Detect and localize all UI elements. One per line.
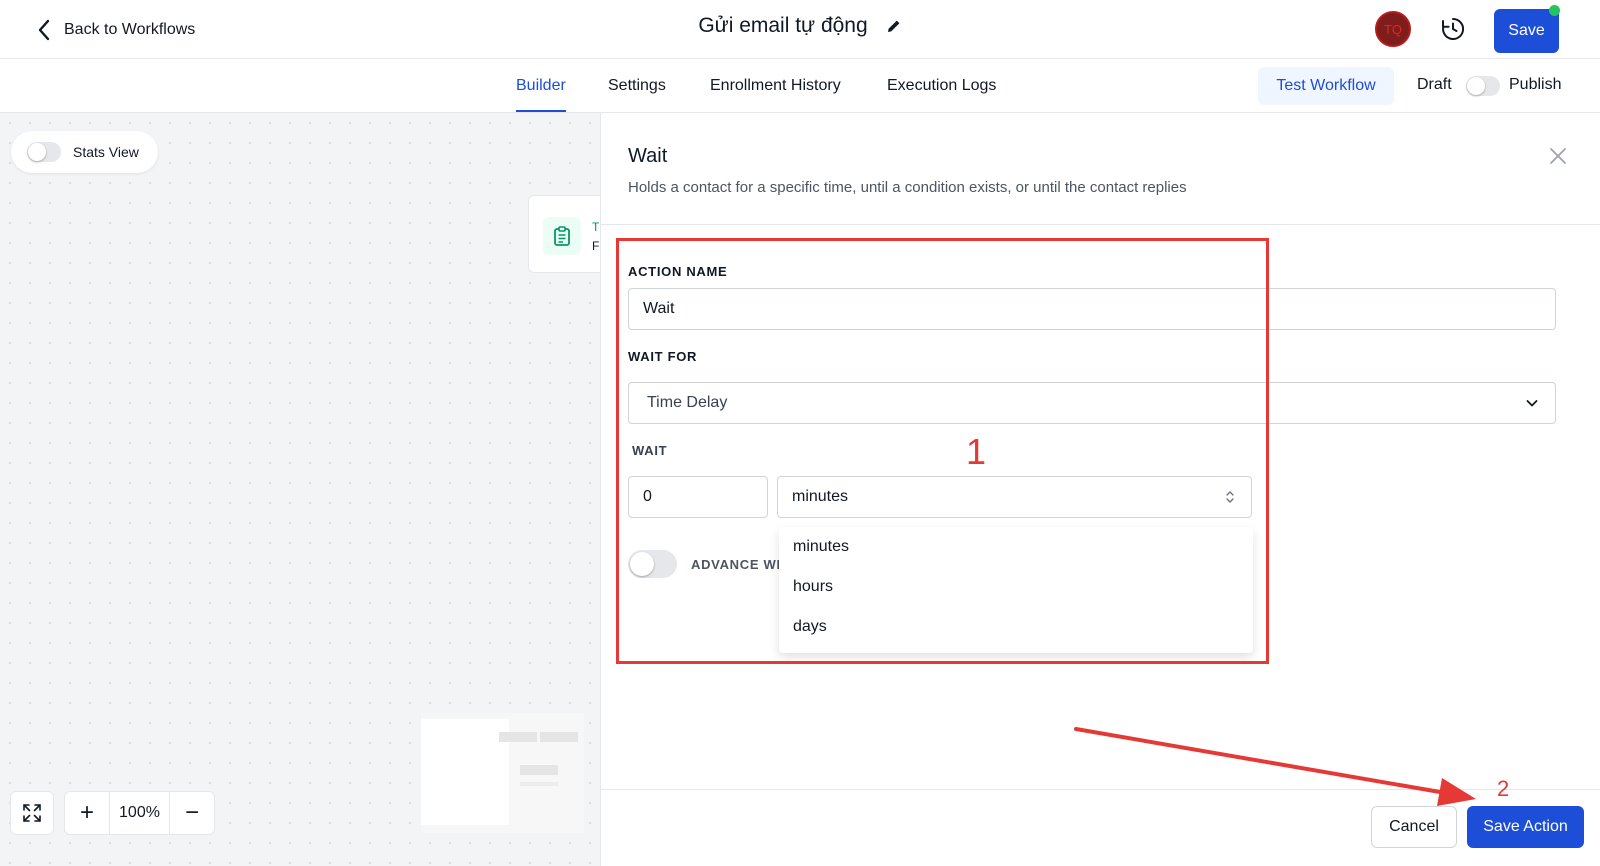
- top-bar: Back to Workflows Gửi email tự động TQ S…: [0, 0, 1600, 59]
- node-type-label: T: [592, 220, 600, 234]
- expand-icon: [23, 804, 41, 822]
- action-panel: Wait Holds a contact for a specific time…: [600, 113, 1600, 866]
- tabs-bar: Builder Settings Enrollment History Exec…: [0, 59, 1600, 113]
- chevron-down-icon: [1526, 400, 1538, 407]
- stats-view-toggle[interactable]: [27, 142, 61, 162]
- panel-title: Wait: [628, 145, 668, 167]
- workflow-canvas[interactable]: Stats View T F + 100% −: [0, 113, 600, 866]
- minimap-node: [540, 732, 578, 742]
- save-action-button[interactable]: Save Action: [1467, 806, 1584, 848]
- clipboard-icon: [543, 217, 581, 255]
- cancel-button[interactable]: Cancel: [1371, 806, 1457, 848]
- pencil-icon[interactable]: [886, 18, 902, 34]
- divider: [601, 224, 1600, 225]
- status-dot: [1549, 5, 1560, 16]
- close-icon[interactable]: [1549, 147, 1567, 165]
- annotation-number-2: 2: [1497, 776, 1510, 801]
- annotation-number-1: 1: [966, 431, 987, 472]
- node-name-label: F: [592, 239, 600, 253]
- save-workflow-button[interactable]: Save: [1494, 9, 1559, 53]
- stats-view-label: Stats View: [73, 144, 139, 160]
- draft-label: Draft: [1417, 76, 1452, 93]
- zoom-level: 100%: [109, 792, 170, 834]
- zoom-out-button[interactable]: −: [170, 792, 214, 834]
- workflow-node[interactable]: T F: [528, 195, 600, 273]
- stats-view-control: Stats View: [11, 131, 158, 173]
- minimap-node: [520, 782, 558, 786]
- tab-settings[interactable]: Settings: [608, 59, 666, 113]
- panel-subtitle: Holds a contact for a specific time, unt…: [628, 179, 1187, 196]
- zoom-in-button[interactable]: +: [65, 792, 109, 834]
- publish-toggle[interactable]: [1466, 76, 1500, 96]
- back-to-workflows-link[interactable]: Back to Workflows: [36, 16, 195, 44]
- workflow-title-text: Gửi email tự động: [698, 14, 868, 37]
- back-label: Back to Workflows: [64, 21, 196, 38]
- annotation-highlight-box: [616, 238, 1269, 664]
- minimap-node: [520, 765, 558, 775]
- fit-view-button[interactable]: [10, 791, 54, 835]
- workflow-title[interactable]: Gửi email tự động: [698, 14, 901, 38]
- chevron-left-icon: [38, 19, 50, 41]
- test-workflow-button[interactable]: Test Workflow: [1258, 67, 1394, 105]
- user-avatar[interactable]: TQ: [1375, 11, 1411, 47]
- minimap-viewport: [421, 719, 509, 825]
- history-clock-icon[interactable]: [1440, 16, 1466, 42]
- publish-label: Publish: [1509, 76, 1562, 93]
- tab-execution-logs[interactable]: Execution Logs: [887, 59, 996, 113]
- avatar-initials: TQ: [1383, 21, 1403, 37]
- tab-builder[interactable]: Builder: [516, 59, 566, 113]
- minimap-node: [499, 732, 537, 742]
- footer-divider: [601, 789, 1600, 790]
- minimap[interactable]: [421, 713, 584, 833]
- tab-enrollment-history[interactable]: Enrollment History: [710, 59, 841, 113]
- zoom-controls: + 100% −: [64, 791, 215, 835]
